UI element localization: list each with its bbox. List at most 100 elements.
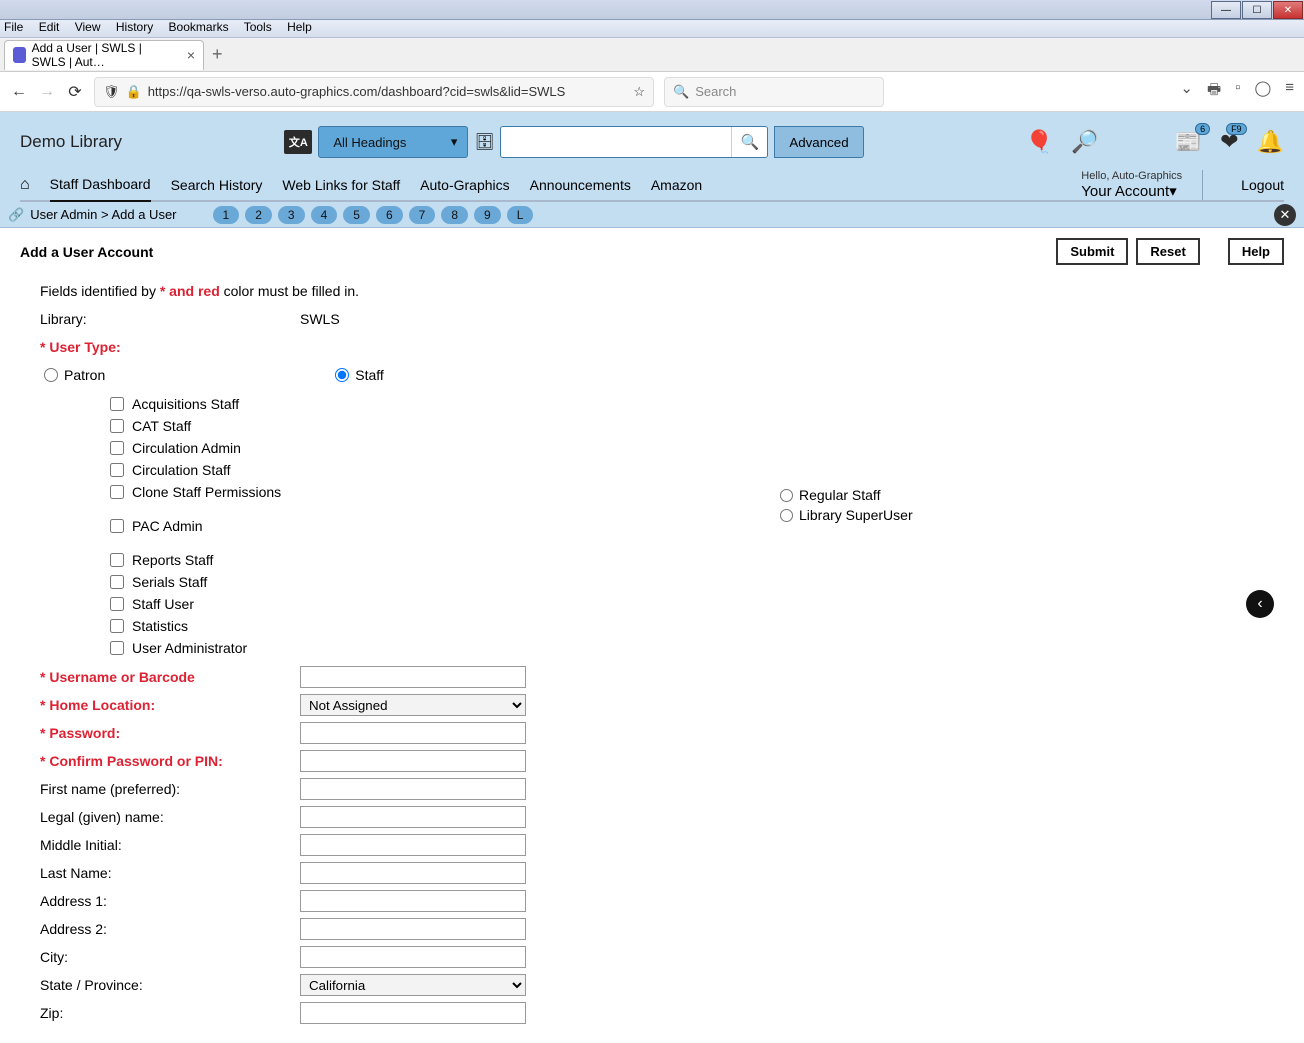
library-value: SWLS <box>300 311 340 327</box>
menu-help[interactable]: Help <box>287 20 312 34</box>
field-input[interactable] <box>300 1002 526 1024</box>
advanced-button[interactable]: Advanced <box>774 126 863 158</box>
database-icon[interactable]: 🗄 <box>474 132 494 152</box>
window-close[interactable]: ✕ <box>1273 1 1303 19</box>
reload-icon[interactable]: ⟳ <box>66 82 84 102</box>
field-label: Zip: <box>40 1005 300 1021</box>
perm-checkbox[interactable]: PAC Admin <box>110 515 1274 537</box>
step-pill[interactable]: 5 <box>343 206 370 224</box>
browser-search[interactable]: 🔍 Search <box>664 77 884 107</box>
tab-close-icon[interactable]: × <box>187 47 195 63</box>
breadcrumb[interactable]: User Admin > Add a User <box>30 207 176 222</box>
submit-button[interactable]: Submit <box>1056 238 1128 265</box>
hamburger-icon[interactable]: ≡ <box>1285 79 1294 104</box>
perm-checkbox[interactable]: Staff User <box>110 593 1274 615</box>
breadcrumb-bar: 🔗 User Admin > Add a User 1 2 3 4 5 6 7 … <box>0 202 1304 228</box>
heart-icon[interactable]: ❤F9 <box>1220 129 1238 155</box>
field-input[interactable] <box>300 806 526 828</box>
url-bar[interactable]: 🛡 🔒 https://qa-swls-verso.auto-graphics.… <box>94 77 654 107</box>
perm-checkbox[interactable]: Serials Staff <box>110 571 1274 593</box>
help-button[interactable]: Help <box>1228 238 1284 265</box>
field-label: * Home Location: <box>40 697 300 713</box>
nav-web-links[interactable]: Web Links for Staff <box>282 169 400 201</box>
step-pill[interactable]: 4 <box>311 206 338 224</box>
field-input[interactable] <box>300 862 526 884</box>
forward-icon[interactable]: → <box>38 83 56 101</box>
nav-amazon[interactable]: Amazon <box>651 169 702 201</box>
field-select[interactable]: California <box>300 974 526 996</box>
account-block[interactable]: Hello, Auto-Graphics Your Account▾ <box>1081 170 1203 200</box>
browser-menubar[interactable]: File Edit View History Bookmarks Tools H… <box>0 20 1304 38</box>
nav-staff-dashboard[interactable]: Staff Dashboard <box>50 168 151 203</box>
menu-tools[interactable]: Tools <box>244 20 272 34</box>
step-pill[interactable]: 7 <box>409 206 436 224</box>
nav-auto-graphics[interactable]: Auto-Graphics <box>420 169 509 201</box>
catalog-search-input[interactable] <box>501 127 731 157</box>
field-label: City: <box>40 949 300 965</box>
headings-dropdown[interactable]: All Headings <box>318 126 468 158</box>
print-icon[interactable]: 🖶 <box>1207 79 1221 104</box>
ext2-icon[interactable]: ◯ <box>1254 79 1271 104</box>
perm-checkbox[interactable]: User Administrator <box>110 637 1274 659</box>
menu-file[interactable]: File <box>4 20 23 34</box>
catalog-search-button[interactable]: 🔍 <box>731 126 767 158</box>
field-input[interactable] <box>300 918 526 940</box>
home-icon[interactable]: ⌂ <box>20 176 30 194</box>
radio-staff[interactable]: Staff <box>335 367 384 383</box>
perm-checkbox[interactable]: Circulation Staff <box>110 459 1274 481</box>
inspect-icon[interactable]: 🔎 <box>1071 129 1098 155</box>
back-icon[interactable]: ← <box>10 83 28 101</box>
radio-regular-staff[interactable]: Regular Staff <box>780 485 913 505</box>
ext1-icon[interactable]: ▫ <box>1235 79 1240 104</box>
step-pill[interactable]: 8 <box>441 206 468 224</box>
reset-button[interactable]: Reset <box>1136 238 1199 265</box>
perm-checkbox[interactable]: Statistics <box>110 615 1274 637</box>
shield-icon[interactable]: 🛡 <box>103 84 120 100</box>
step-pill[interactable]: 9 <box>474 206 501 224</box>
new-tab-button[interactable]: + <box>212 44 223 65</box>
step-pill[interactable]: 3 <box>278 206 305 224</box>
pocket-icon[interactable]: ⌄ <box>1180 79 1193 104</box>
bookmark-star-icon[interactable]: ☆ <box>633 84 645 100</box>
window-minimize[interactable]: — <box>1211 1 1241 19</box>
step-pill[interactable]: L <box>507 206 534 224</box>
field-label: * Password: <box>40 725 300 741</box>
field-input[interactable] <box>300 722 526 744</box>
menu-edit[interactable]: Edit <box>39 20 60 34</box>
field-input[interactable] <box>300 750 526 772</box>
field-select[interactable]: Not Assigned <box>300 694 526 716</box>
field-label: First name (preferred): <box>40 781 300 797</box>
balloon-icon[interactable]: 🎈 <box>1026 129 1053 155</box>
menu-view[interactable]: View <box>75 20 101 34</box>
perm-checkbox[interactable]: Clone Staff Permissions <box>110 481 1274 503</box>
perm-checkbox[interactable]: Reports Staff <box>110 549 1274 571</box>
field-input[interactable] <box>300 666 526 688</box>
step-pill[interactable]: 1 <box>213 206 240 224</box>
step-pill[interactable]: 6 <box>376 206 403 224</box>
field-input[interactable] <box>300 890 526 912</box>
perm-checkbox[interactable]: CAT Staff <box>110 415 1274 437</box>
browser-tab[interactable]: Add a User | SWLS | SWLS | Aut… × <box>4 40 204 70</box>
language-icon[interactable]: 文A <box>284 130 312 154</box>
field-label: Last Name: <box>40 865 300 881</box>
bell-icon[interactable]: 🔔 <box>1257 129 1284 155</box>
step-pill[interactable]: 2 <box>245 206 272 224</box>
nav-search-history[interactable]: Search History <box>171 169 263 201</box>
radio-library-superuser[interactable]: Library SuperUser <box>780 505 913 525</box>
news-icon[interactable]: 📰6 <box>1175 129 1202 155</box>
perm-checkbox[interactable]: Circulation Admin <box>110 437 1274 459</box>
menu-bookmarks[interactable]: Bookmarks <box>169 20 229 34</box>
field-input[interactable] <box>300 778 526 800</box>
nav-announcements[interactable]: Announcements <box>530 169 631 201</box>
page-title: Add a User Account <box>20 244 153 260</box>
close-icon[interactable]: ✕ <box>1274 204 1296 226</box>
window-maximize[interactable]: ☐ <box>1242 1 1272 19</box>
radio-patron[interactable]: Patron <box>44 367 105 383</box>
favicon <box>13 47 26 63</box>
field-input[interactable] <box>300 834 526 856</box>
menu-history[interactable]: History <box>116 20 153 34</box>
perm-checkbox[interactable]: Acquisitions Staff <box>110 393 1274 415</box>
field-input[interactable] <box>300 946 526 968</box>
chevron-left-icon[interactable]: ‹ <box>1246 590 1274 618</box>
logout-link[interactable]: Logout <box>1223 177 1284 193</box>
